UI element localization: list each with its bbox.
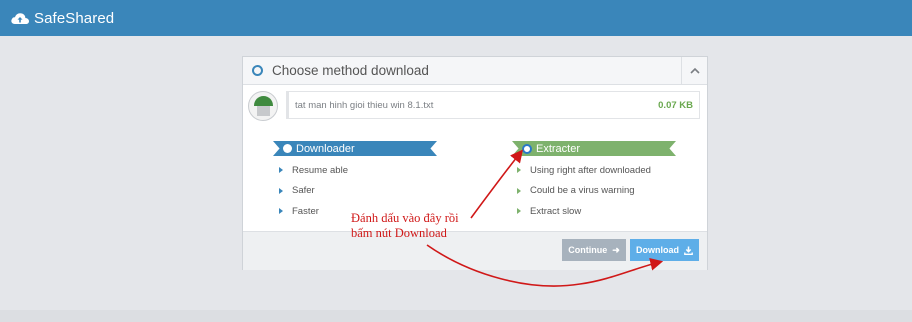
annotation-arrow-to-download <box>426 244 664 287</box>
annotation-arrows <box>426 149 664 287</box>
annotation-arrow-to-extracter <box>470 149 523 219</box>
